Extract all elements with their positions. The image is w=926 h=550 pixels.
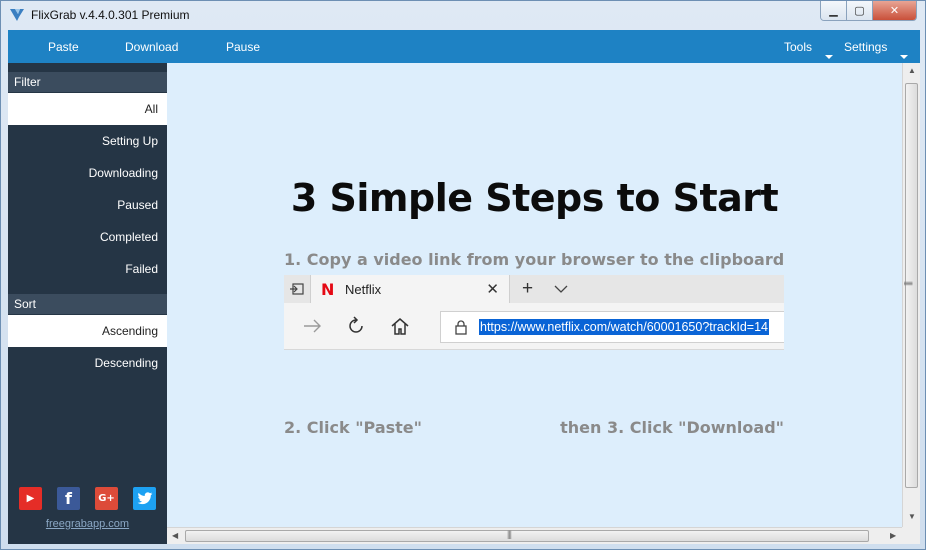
settings-dropdown-icon[interactable] [900, 55, 908, 59]
scroll-corner [902, 527, 920, 544]
horizontal-scrollbar[interactable]: ◀ ||| ▶ [167, 527, 902, 544]
close-button[interactable]: ✕ [873, 1, 916, 20]
chevron-down-icon [554, 285, 568, 293]
main-content: 3 Simple Steps to Start 1. Copy a video … [167, 63, 902, 527]
browser-illustration: N Netflix ✕ + https://www.netflix.com/wa… [284, 275, 784, 350]
tab-list-icon [290, 283, 304, 295]
step-1-text: 1. Copy a video link from your browser t… [284, 250, 785, 269]
settings-menu[interactable]: Settings [844, 40, 887, 54]
youtube-icon[interactable]: ▶ [19, 487, 42, 510]
vertical-scroll-thumb[interactable] [905, 83, 918, 488]
sort-descending[interactable]: Descending [8, 347, 167, 379]
home-icon [391, 318, 409, 335]
filter-section-label: Filter [8, 72, 167, 92]
facebook-icon[interactable]: f [57, 487, 80, 510]
filter-paused[interactable]: Paused [8, 189, 167, 221]
forward-arrow-icon [304, 319, 321, 333]
window-title: FlixGrab v.4.4.0.301 Premium [31, 8, 190, 22]
tab-title: Netflix [345, 282, 382, 297]
filter-all[interactable]: All [8, 93, 167, 125]
scroll-up-icon[interactable]: ▲ [908, 66, 916, 75]
filter-downloading[interactable]: Downloading [8, 157, 167, 189]
address-url: https://www.netflix.com/watch/60001650?t… [479, 319, 770, 335]
minimize-button[interactable]: ▁ [821, 1, 847, 20]
vertical-scrollbar[interactable]: ▲ ||| ▼ [902, 63, 920, 527]
scroll-down-icon[interactable]: ▼ [908, 512, 916, 521]
website-link[interactable]: freegrabapp.com [8, 518, 167, 530]
vertical-grip-icon: ||| [904, 280, 915, 286]
client-area: Paste Download Pause Tools Settings Filt… [8, 30, 920, 544]
tools-dropdown-icon[interactable] [825, 55, 833, 59]
pause-button[interactable]: Pause [226, 40, 260, 54]
horizontal-grip-icon: ||| [507, 529, 512, 539]
sidebar: Filter All Setting Up Downloading Paused… [8, 63, 167, 544]
toolbar: Paste Download Pause Tools Settings [8, 30, 920, 63]
step-2-text: 2. Click "Paste" [284, 418, 422, 437]
browser-address-row: https://www.netflix.com/watch/60001650?t… [284, 303, 784, 350]
tools-menu[interactable]: Tools [784, 40, 812, 54]
netflix-logo-icon: N [321, 280, 335, 299]
google-plus-icon[interactable]: G+ [95, 487, 118, 510]
filter-setting-up[interactable]: Setting Up [8, 125, 167, 157]
page-title: 3 Simple Steps to Start [290, 176, 779, 220]
scroll-right-icon[interactable]: ▶ [890, 531, 896, 540]
window-controls: ▁ ▢ ✕ [820, 1, 917, 21]
horizontal-scroll-thumb[interactable] [185, 530, 869, 542]
browser-tab: N Netflix ✕ [310, 275, 510, 303]
new-tab-icon: + [522, 278, 534, 299]
twitter-icon[interactable] [133, 487, 156, 510]
step-3-text: then 3. Click "Download" [560, 418, 784, 437]
app-window: FlixGrab v.4.4.0.301 Premium ▁ ▢ ✕ Paste… [0, 0, 926, 550]
maximize-button[interactable]: ▢ [847, 1, 873, 20]
filter-failed[interactable]: Failed [8, 253, 167, 285]
app-icon [10, 9, 24, 21]
tab-close-icon: ✕ [486, 281, 499, 298]
lock-icon [455, 320, 467, 335]
sort-ascending[interactable]: Ascending [8, 315, 167, 347]
download-button[interactable]: Download [125, 40, 178, 54]
paste-button[interactable]: Paste [48, 40, 79, 54]
address-bar: https://www.netflix.com/watch/60001650?t… [440, 311, 784, 343]
scroll-left-icon[interactable]: ◀ [172, 531, 178, 540]
filter-completed[interactable]: Completed [8, 221, 167, 253]
browser-tab-row: N Netflix ✕ + [284, 275, 784, 303]
refresh-icon [349, 316, 363, 333]
title-bar[interactable]: FlixGrab v.4.4.0.301 Premium ▁ ▢ ✕ [1, 1, 925, 29]
sort-section-label: Sort [8, 294, 167, 314]
